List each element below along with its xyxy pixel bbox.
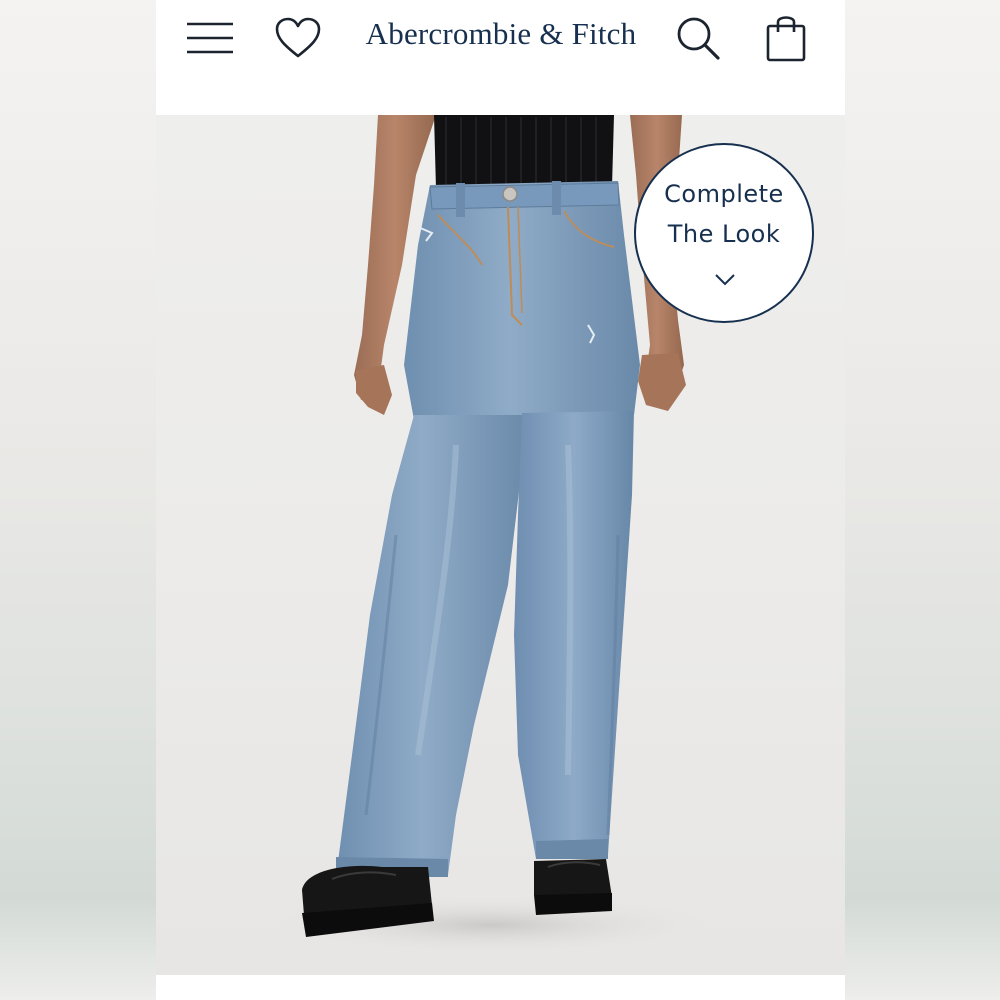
app-screen: Abercrombie & Fitch Complete The Look (156, 0, 845, 1000)
chevron-down-icon (715, 274, 735, 286)
bottom-strip (156, 975, 845, 1000)
heart-icon[interactable] (274, 16, 322, 60)
complete-the-look-button[interactable]: Complete The Look (634, 143, 814, 323)
complete-look-line1: Complete (664, 180, 784, 208)
search-icon[interactable] (674, 14, 722, 62)
shopping-bag-icon[interactable] (764, 12, 808, 62)
brand-logo[interactable]: Abercrombie & Fitch (351, 14, 651, 54)
left-backdrop (0, 0, 156, 1000)
right-backdrop (845, 0, 1000, 1000)
complete-look-line2: The Look (667, 220, 781, 248)
top-nav-bar: Abercrombie & Fitch (156, 0, 845, 115)
hamburger-menu-icon[interactable] (186, 20, 234, 56)
